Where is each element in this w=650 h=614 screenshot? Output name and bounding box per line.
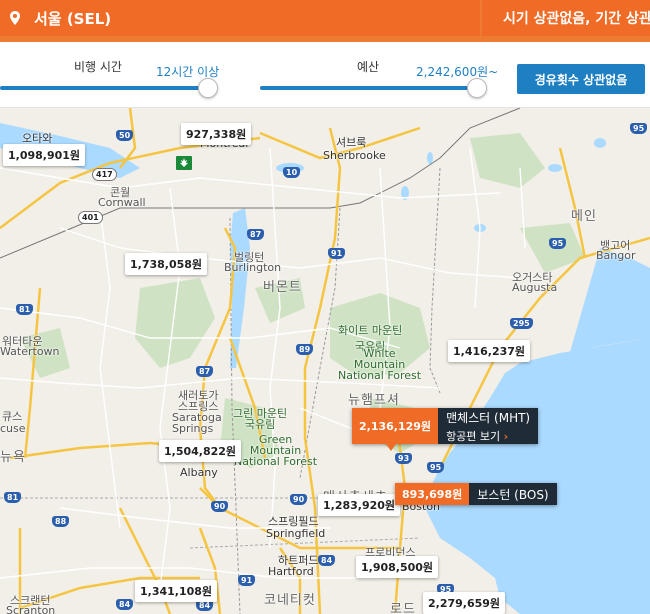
highway-shield-icon: 401 [78, 211, 103, 224]
budget-value: 2,242,600원~ [416, 65, 499, 79]
highway-shield-icon: 10 [283, 167, 301, 178]
price-marker-montreal[interactable]: 927,338원 [181, 123, 252, 145]
date-label: 시기 상관없음, 기간 상관없음 [503, 11, 650, 27]
place-sherbrooke-en: Sherbrooke [323, 149, 386, 162]
highway-shield-icon: 90 [290, 494, 308, 505]
place-green-mountain-en: Green Mountain National Forest [234, 433, 318, 468]
location-pin-icon [10, 11, 20, 25]
price-marker-burlington[interactable]: 1,738,058원 [125, 253, 208, 275]
highway-shield-icon: 84 [116, 599, 134, 610]
price-marker-hartford[interactable]: 1,341,108원 [135, 580, 218, 602]
price-marker-worcester[interactable]: 1,283,920원 [318, 494, 401, 516]
destination-info: 맨체스터 (MHT) 항공편 보기 › [438, 408, 539, 444]
highway-shield-icon: 417 [92, 168, 117, 181]
place-sherbrooke-ko: 셔브룩 [336, 136, 367, 149]
view-flights-link[interactable]: 항공편 보기 › [446, 428, 530, 444]
place-new-york: 뉴욕 [0, 450, 26, 465]
place-scranton-en: Scranton [6, 604, 56, 614]
highway-shield-icon: 95 [427, 462, 445, 473]
destination-name: 맨체스터 (MHT) [446, 410, 531, 425]
place-albany: Albany [180, 466, 218, 479]
place-rhode-island: 로드 [390, 602, 416, 614]
top-bar: 서울 (SEL) 시기 상관없음, 기간 상관없음 [0, 0, 650, 42]
highway-shield-icon: 93 [395, 453, 413, 464]
highway-shield-icon: 89 [296, 344, 314, 355]
highway-shield-icon: 50 [116, 130, 134, 141]
origin-label: 서울 (SEL) [34, 9, 112, 28]
flight-time-label: 비행 시간 [74, 60, 122, 74]
map-view[interactable]: 오타와 Montréal 셔브룩 Sherbrooke 콘월 Cornwall … [0, 108, 650, 614]
place-maine: 메인 [571, 209, 597, 224]
place-hartford-en: Hartford [268, 565, 314, 578]
price-marker-albany[interactable]: 1,504,822원 [159, 440, 242, 462]
highway-shield-icon: 91 [238, 575, 256, 586]
place-new-hampshire: 뉴햄프셔 [348, 393, 400, 408]
place-bangor-en: Bangor [596, 249, 636, 262]
highway-shield-icon: 295 [510, 318, 533, 329]
place-white-mountain-en: White Mountain National Forest [338, 347, 422, 382]
place-saratoga-en: Saratoga Springs [172, 411, 222, 435]
view-flights-label: 항공편 보기 [446, 429, 501, 443]
flight-time-track[interactable] [0, 86, 210, 90]
place-vermont: 버몬트 [263, 280, 302, 295]
destination-price: 2,136,129원 [352, 408, 439, 444]
place-watertown-en: Watertown [0, 345, 60, 358]
place-augusta-en: Augusta [512, 281, 558, 294]
place-connecticut: 코네티컷 [264, 593, 316, 608]
highway-shield-icon: 87 [247, 229, 265, 240]
highway-shield-icon: 88 [52, 516, 70, 527]
highway-shield-icon: 87 [196, 366, 214, 377]
highway-shield-icon: 95 [549, 238, 567, 249]
place-syracuse-en: cuse [0, 422, 26, 435]
place-cornwall-en: Cornwall [98, 196, 146, 209]
highway-shield-icon: 91 [328, 248, 346, 259]
origin-selector[interactable]: 서울 (SEL) [0, 0, 480, 36]
destination-popup-manchester[interactable]: 2,136,129원 맨체스터 (MHT) 항공편 보기 › [352, 408, 539, 444]
highway-shield-icon: 90 [211, 501, 229, 512]
budget-label: 예산 [357, 60, 380, 74]
highway-shield-icon: 95 [630, 123, 648, 134]
highway-shield-icon: 81 [16, 304, 34, 315]
price-marker-portland[interactable]: 1,416,237원 [448, 340, 531, 362]
filter-bar: 비행 시간 12시간 이상 예산 2,242,600원~ 경유횟수 상관없음 [0, 42, 650, 108]
destination-name: 보스턴 (BOS) [469, 483, 557, 505]
destination-popup-boston[interactable]: 893,698원 보스턴 (BOS) [395, 483, 557, 505]
place-burlington-en: Burlington [224, 261, 282, 274]
chevron-right-icon: › [503, 429, 509, 443]
stops-filter-button[interactable]: 경유횟수 상관없음 [517, 64, 645, 94]
price-marker-ottawa[interactable]: 1,098,901원 [3, 144, 86, 166]
budget-slider-handle[interactable] [467, 78, 487, 98]
budget-track[interactable] [260, 86, 478, 90]
marker-pointer [386, 444, 396, 451]
highway-shield-icon: 81 [4, 492, 22, 503]
highway-shield-icon: 84 [318, 555, 336, 566]
canada-flag-icon [176, 156, 192, 170]
date-selector[interactable]: 시기 상관없음, 기간 상관없음 [482, 0, 650, 36]
flight-time-slider-handle[interactable] [198, 78, 218, 98]
price-marker-rhode-island[interactable]: 2,279,659원 [423, 592, 506, 614]
destination-price: 893,698원 [395, 483, 470, 505]
price-marker-providence[interactable]: 1,908,500원 [356, 556, 439, 578]
place-green-mountain-ko: 그린 마운틴 국유림 [233, 407, 288, 431]
place-springfield-en: Springfield [266, 527, 326, 540]
place-saratoga-ko: 새러토가 스프링스 [178, 389, 219, 413]
